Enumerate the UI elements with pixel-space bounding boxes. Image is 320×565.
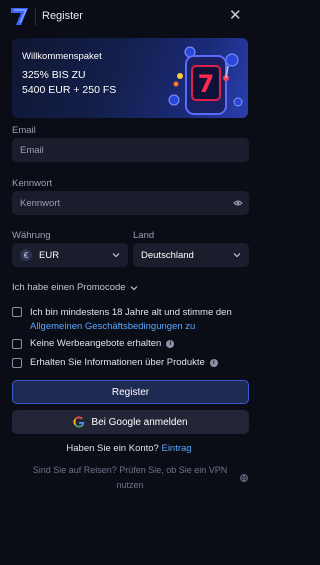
country-value: Deutschland	[141, 249, 194, 261]
terms-text: Ich bin mindestens 18 Jahre alt und stim…	[30, 307, 232, 318]
chevron-down-icon	[233, 253, 241, 258]
chevron-down-icon	[112, 253, 120, 258]
password-label: Kennwort	[12, 178, 53, 189]
google-button-label: Bei Google anmelden	[91, 416, 188, 428]
banner-bonus-amount: 5400 EUR + 250 FS	[22, 84, 117, 96]
euro-icon: €	[20, 249, 32, 261]
no-ads-checkbox[interactable]	[12, 339, 22, 349]
banner-title: Willkommenspaket	[22, 51, 102, 62]
info-icon[interactable]: i	[166, 340, 175, 348]
password-placeholder: Kennwort	[20, 197, 61, 209]
password-input[interactable]: Kennwort	[12, 191, 249, 215]
no-ads-label: Keine Werbeangebote erhalten	[30, 338, 162, 349]
slot-machine-illustration: 7	[168, 46, 243, 115]
modal-header: Register ✕	[0, 0, 258, 34]
country-select[interactable]: Deutschland	[133, 243, 249, 267]
header-divider	[35, 8, 36, 26]
country-label: Land	[133, 230, 155, 241]
promocode-label: Ich habe einen Promocode	[12, 282, 126, 293]
vpn-notice: Sind Sie auf Reisen? Prüfen Sie, ob Sie …	[32, 465, 228, 490]
login-link[interactable]: Eintrag	[161, 443, 191, 454]
product-info-checkbox[interactable]	[12, 358, 22, 368]
have-account-text: Haben Sie ein Konto?	[66, 443, 159, 454]
modal-title: Register	[42, 10, 83, 22]
banner-bonus-percent: 325% BIS ZU	[22, 69, 86, 81]
chevron-down-icon	[130, 285, 137, 290]
brand-logo-icon	[11, 8, 28, 25]
email-label: Email	[12, 125, 36, 136]
email-input[interactable]: Email	[12, 138, 249, 162]
register-button-label: Register	[111, 386, 150, 398]
terms-checkbox-row: Ich bin mindestens 18 Jahre alt und stim…	[12, 306, 232, 334]
show-password-eye-icon[interactable]	[233, 198, 243, 208]
google-signin-button[interactable]: Bei Google anmelden	[12, 410, 249, 434]
info-icon[interactable]: i	[209, 359, 218, 367]
terms-checkbox[interactable]	[12, 307, 22, 317]
terms-link[interactable]: Allgemeinen Geschäftsbedingungen zu	[30, 320, 232, 334]
promocode-toggle[interactable]: Ich habe einen Promocode	[12, 282, 138, 293]
google-icon	[74, 416, 85, 428]
globe-icon	[240, 474, 248, 482]
no-ads-checkbox-row: Keine Werbeangebote erhalten i	[12, 338, 175, 349]
slot-seven-glyph: 7	[198, 70, 215, 98]
email-placeholder: Email	[20, 144, 44, 156]
currency-select[interactable]: € EUR	[12, 243, 128, 267]
welcome-banner: Willkommenspaket 325% BIS ZU 5400 EUR + …	[12, 38, 248, 118]
product-info-checkbox-row: Erhalten Sie Informationen über Produkte…	[12, 357, 218, 368]
currency-value: EUR	[39, 249, 60, 261]
currency-label: Währung	[12, 230, 51, 241]
close-icon[interactable]: ✕	[229, 8, 242, 23]
register-button[interactable]: Register	[12, 380, 249, 404]
product-info-label: Erhalten Sie Informationen über Produkte	[30, 357, 205, 368]
have-account-row: Haben Sie ein Konto? Eintrag	[0, 443, 258, 454]
